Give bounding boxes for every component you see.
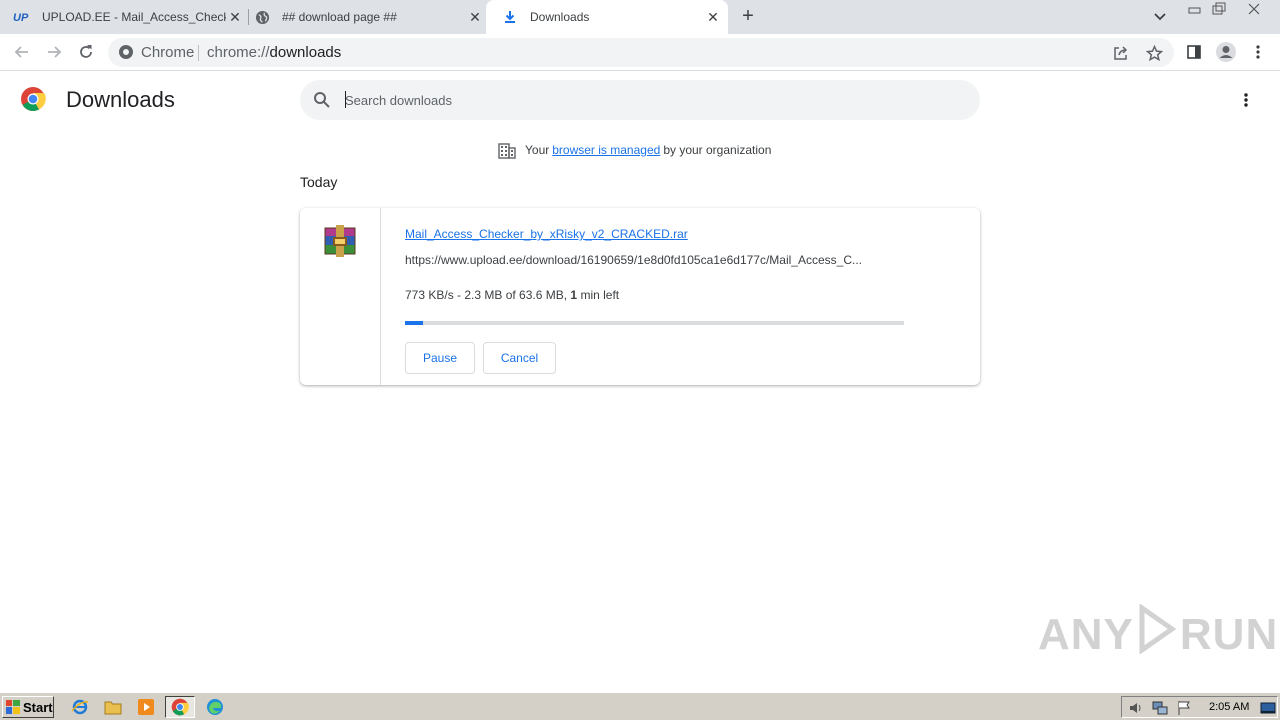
start-button[interactable]: Start (2, 696, 54, 718)
browser-toolbar: Chrome chrome://downloads (0, 34, 1280, 71)
download-progress-fill (405, 321, 423, 325)
file-source-url[interactable]: https://www.upload.ee/download/16190659/… (405, 253, 900, 267)
close-tab-icon[interactable]: ✕ (226, 8, 244, 26)
chrome-page-icon (118, 44, 134, 60)
url-scheme: chrome:// (207, 44, 270, 61)
upload-ee-icon: UP (12, 11, 32, 23)
watermark-left-text: ANY (1038, 609, 1134, 659)
system-tray: 2:05 AM (1121, 696, 1278, 718)
windows-taskbar: Start 2:05 AM (0, 692, 1280, 720)
watermark-right-text: RUN (1179, 609, 1279, 659)
forward-arrow-icon[interactable] (42, 40, 66, 64)
chrome-icon[interactable] (165, 696, 195, 718)
network-icon[interactable] (1152, 700, 1168, 716)
managed-prefix: Your (525, 143, 550, 157)
restore-window-icon[interactable] (1208, 0, 1232, 18)
chevron-down-icon[interactable] (1150, 8, 1170, 26)
tab-upload-ee[interactable]: UP UPLOAD.EE - Mail_Access_Checker_by_xR… (12, 0, 244, 34)
search-input[interactable] (345, 88, 945, 112)
tab-title: ## download page ## (282, 10, 397, 24)
share-icon[interactable] (1111, 43, 1131, 63)
winrar-archive-icon[interactable] (323, 225, 357, 257)
close-tab-icon[interactable]: ✕ (704, 8, 722, 26)
close-window-icon[interactable] (1240, 0, 1268, 18)
taskbar-clock[interactable]: 2:05 AM (1209, 701, 1249, 713)
tab-downloads[interactable]: Downloads ✕ (486, 0, 728, 34)
page-title: Downloads (66, 87, 175, 112)
status-prefix: 773 KB/s - 2.3 MB of 63.6 MB, (405, 288, 571, 302)
tab-separator (248, 9, 249, 25)
bookmark-star-icon[interactable] (1144, 43, 1164, 63)
url-path: downloads (269, 44, 342, 61)
url-text[interactable]: chrome://downloads (207, 44, 341, 61)
reload-icon[interactable] (74, 40, 98, 64)
browser-managed-link[interactable]: browser is managed (552, 143, 660, 157)
tab-title: UPLOAD.EE - Mail_Access_Checker_by_xRisk… (42, 10, 226, 24)
new-tab-button[interactable]: + (736, 6, 760, 28)
managed-suffix: by your organization (663, 143, 772, 157)
chrome-logo-icon (20, 86, 46, 112)
managed-notice: Your browser is managed by your organiza… (498, 141, 771, 159)
search-downloads-box[interactable] (300, 80, 980, 120)
more-actions-icon[interactable] (1236, 88, 1256, 112)
download-progress-bar (405, 321, 904, 325)
search-icon (313, 91, 331, 109)
file-name-link[interactable]: Mail_Access_Checker_by_xRisky_v2_CRACKED… (405, 227, 688, 241)
omnibox-divider (198, 45, 199, 61)
profile-avatar-icon[interactable] (1214, 40, 1238, 64)
text-cursor (345, 91, 346, 108)
pause-button[interactable]: Pause (405, 342, 475, 374)
download-status: 773 KB/s - 2.3 MB of 63.6 MB, 1 min left (405, 288, 619, 302)
side-panel-icon[interactable] (1182, 40, 1206, 64)
show-desktop-icon[interactable] (1260, 700, 1276, 716)
close-tab-icon[interactable]: ✕ (466, 8, 484, 26)
download-icon (500, 10, 520, 24)
folder-icon[interactable] (102, 697, 124, 717)
section-date-header: Today (300, 174, 338, 190)
windows-flag-icon (6, 700, 20, 714)
play-icon (1138, 603, 1177, 665)
minimize-window-icon[interactable] (1184, 0, 1206, 18)
omnibox-chip: Chrome (141, 44, 195, 61)
tab-strip: UP UPLOAD.EE - Mail_Access_Checker_by_xR… (0, 0, 1280, 34)
status-suffix: min left (577, 288, 620, 302)
edge-icon[interactable] (204, 697, 226, 717)
media-player-icon[interactable] (135, 697, 157, 717)
volume-icon[interactable] (1128, 700, 1144, 716)
browser-menu-icon[interactable] (1246, 40, 1270, 64)
tab-download-page[interactable]: ## download page ## ✕ (252, 0, 484, 34)
building-icon (498, 141, 516, 159)
svg-text:UP: UP (13, 12, 29, 23)
action-center-flag-icon[interactable] (1176, 700, 1192, 716)
cancel-button[interactable]: Cancel (483, 342, 556, 374)
anyrun-watermark: ANY RUN (1038, 603, 1279, 665)
back-arrow-icon[interactable] (10, 40, 34, 64)
start-label: Start (23, 699, 53, 715)
globe-icon (252, 10, 272, 25)
omnibox[interactable]: Chrome chrome://downloads (108, 38, 1174, 67)
file-icon-column (300, 208, 381, 385)
download-item-card: Mail_Access_Checker_by_xRisky_v2_CRACKED… (300, 208, 980, 385)
tab-title: Downloads (530, 10, 590, 24)
internet-explorer-icon[interactable] (69, 697, 91, 717)
